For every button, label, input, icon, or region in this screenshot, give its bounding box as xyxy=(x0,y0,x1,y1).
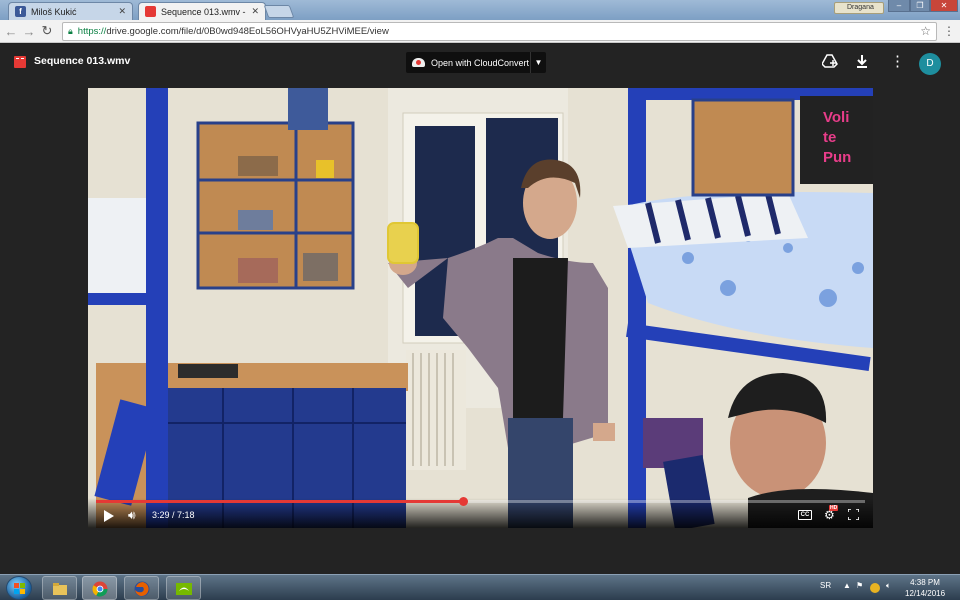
video-file-icon xyxy=(14,56,26,68)
system-clock[interactable]: 4:38 PM 12/14/2016 xyxy=(905,577,945,599)
svg-text:Voli: Voli xyxy=(823,109,849,126)
new-tab-button[interactable] xyxy=(263,5,295,18)
add-to-drive-icon[interactable] xyxy=(822,54,838,68)
restore-button[interactable]: ❐ xyxy=(910,0,930,12)
video-controls: 🔊︎ 3:29 / 7:18 CC ⚙︎ HD xyxy=(88,497,873,528)
drive-viewer: Sequence 013.wmv Open with CloudConvert … xyxy=(0,44,960,574)
hd-badge: HD xyxy=(829,505,839,511)
reload-icon[interactable]: ↻ xyxy=(38,23,56,39)
scrubber-handle[interactable] xyxy=(458,497,468,506)
minimize-button[interactable]: – xyxy=(888,0,910,12)
taskbar-explorer[interactable] xyxy=(42,576,77,600)
clock-time: 4:38 PM xyxy=(910,578,940,587)
cloudconvert-icon xyxy=(412,58,425,67)
profile-label: Dragana xyxy=(847,4,874,11)
svg-text:te: te xyxy=(823,129,836,146)
browser-tab-strip: f Miloš Kukić ✕ Sequence 013.wmv - Go ✕ … xyxy=(0,0,960,20)
clock-date: 12/14/2016 xyxy=(905,589,946,598)
viewer-header: Sequence 013.wmv Open with CloudConvert … xyxy=(0,44,960,82)
lock-icon: 🔒︎ xyxy=(68,26,73,36)
volume-icon[interactable]: 🔊︎ xyxy=(128,508,136,523)
fullscreen-icon[interactable] xyxy=(848,509,859,520)
facebook-icon: f xyxy=(15,6,26,17)
captions-button[interactable]: CC xyxy=(798,510,812,520)
file-name: Sequence 013.wmv xyxy=(34,55,131,67)
chrome-menu-icon[interactable]: ⋮ xyxy=(943,24,955,38)
notification-app-icon[interactable] xyxy=(870,583,880,593)
settings-gear-icon[interactable]: ⚙︎ HD xyxy=(824,505,839,522)
svg-text:Pun: Pun xyxy=(823,149,851,166)
url-protocol: https:// xyxy=(77,26,107,37)
back-icon[interactable]: ← xyxy=(2,24,20,39)
taskbar-firefox[interactable] xyxy=(124,576,159,600)
profile-button[interactable]: Dragana xyxy=(834,2,884,14)
taskbar-nvidia[interactable] xyxy=(166,576,201,600)
taskbar-chrome[interactable] xyxy=(82,576,117,600)
tab-drive-video[interactable]: Sequence 013.wmv - Go ✕ xyxy=(138,2,266,20)
progress-fill xyxy=(96,500,463,503)
video-frame: Voli te Pun xyxy=(88,88,873,528)
address-bar[interactable]: 🔒︎ https:// drive.google.com/file/d/0B0w… xyxy=(62,22,937,41)
tab-close-icon[interactable]: ✕ xyxy=(251,6,259,17)
more-options-icon[interactable]: ⋮ xyxy=(890,52,905,70)
open-with-button[interactable]: Open with CloudConvert ▼ xyxy=(406,52,546,73)
chevron-down-icon[interactable]: ▼ xyxy=(530,52,546,73)
drive-video-icon xyxy=(145,6,156,17)
bookmark-star-icon[interactable]: ☆ xyxy=(920,24,931,38)
firefox-icon xyxy=(134,581,150,597)
tab-title: Miloš Kukić xyxy=(31,6,77,17)
start-button[interactable] xyxy=(6,576,32,600)
show-hidden-icons-icon[interactable]: ▲ xyxy=(843,581,851,590)
tab-title: Sequence 013.wmv - Go xyxy=(161,6,247,17)
forward-icon[interactable]: → xyxy=(20,24,38,39)
tab-close-icon[interactable]: ✕ xyxy=(118,6,126,17)
windows-taskbar: SR ▲ ⚑ 🔈︎ 4:38 PM 12/14/2016 xyxy=(0,574,960,600)
speaker-icon[interactable]: 🔈︎ xyxy=(886,581,891,591)
nvidia-icon xyxy=(176,583,192,595)
close-window-button[interactable]: ✕ xyxy=(930,0,958,12)
action-center-flag-icon[interactable]: ⚑ xyxy=(856,581,863,590)
video-player[interactable]: Voli te Pun 🔊︎ 3:29 / 7:18 CC ⚙︎ HD xyxy=(88,88,873,528)
url-text: drive.google.com/file/d/0B0wd948EoL56OHV… xyxy=(106,26,389,37)
progress-bar[interactable] xyxy=(96,497,865,506)
windows-logo-icon xyxy=(14,583,25,594)
play-icon[interactable] xyxy=(104,510,114,522)
browser-toolbar: ← → ↻ 🔒︎ https:// drive.google.com/file/… xyxy=(0,20,960,43)
avatar[interactable]: D xyxy=(919,53,941,75)
tab-facebook[interactable]: f Miloš Kukić ✕ xyxy=(8,2,133,20)
time-display: 3:29 / 7:18 xyxy=(152,510,195,520)
open-with-label: Open with CloudConvert xyxy=(431,57,530,68)
windows-explorer-icon xyxy=(53,583,67,595)
language-indicator[interactable]: SR xyxy=(820,581,831,590)
chrome-icon xyxy=(92,581,108,597)
download-icon[interactable] xyxy=(855,54,869,68)
